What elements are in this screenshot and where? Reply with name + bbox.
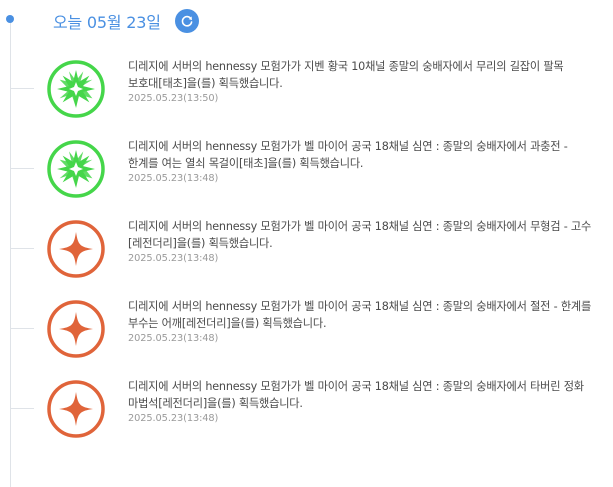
- item-message: 디레지에 서버의 hennessy 모험가가 벨 마이어 공국 18채널 심연 …: [128, 140, 568, 170]
- item-message: 디레지에 서버의 hennessy 모험가가 벨 마이어 공국 18채널 심연 …: [128, 220, 592, 250]
- item-timestamp: 2025.05.23(13:48): [128, 253, 219, 264]
- item-timestamp: 2025.05.23(13:48): [128, 173, 219, 184]
- date-label: 오늘 05월 23일: [53, 13, 161, 32]
- refresh-icon: [181, 15, 193, 27]
- date-header: 오늘 05월 23일: [53, 8, 199, 34]
- timeline-connector: [10, 88, 34, 89]
- timeline-connector: [10, 328, 34, 329]
- item-text: 디레지에 서버의 hennessy 모험가가 벨 마이어 공국 18채널 심연 …: [128, 138, 596, 184]
- list-item: 디레지에 서버의 hennessy 모험가가 벨 마이어 공국 18채널 심연 …: [0, 132, 613, 212]
- timeline-connector: [10, 408, 34, 409]
- orange-star-icon: [47, 220, 105, 278]
- refresh-button[interactable]: [174, 9, 199, 33]
- orange-star-icon: [47, 300, 105, 358]
- list-item: 디레지에 서버의 hennessy 모험가가 벨 마이어 공국 18채널 심연 …: [0, 372, 613, 452]
- green-burst-icon: [47, 60, 105, 118]
- list-item: 디레지에 서버의 hennessy 모험가가 벨 마이어 공국 18채널 심연 …: [0, 212, 613, 292]
- green-burst-icon: [47, 140, 105, 198]
- item-icon: [47, 380, 105, 438]
- item-timestamp: 2025.05.23(13:48): [128, 413, 219, 424]
- item-icon: [47, 300, 105, 358]
- timeline-connector: [10, 248, 34, 249]
- item-text: 디레지에 서버의 hennessy 모험가가 지벤 황국 10채널 종말의 숭배…: [128, 58, 596, 104]
- list-item: 디레지에 서버의 hennessy 모험가가 벨 마이어 공국 18채널 심연 …: [0, 292, 613, 372]
- item-text: 디레지에 서버의 hennessy 모험가가 벨 마이어 공국 18채널 심연 …: [128, 218, 596, 264]
- item-icon: [47, 140, 105, 198]
- timeline-dot: [6, 15, 14, 23]
- item-timestamp: 2025.05.23(13:48): [128, 333, 219, 344]
- item-message: 디레지에 서버의 hennessy 모험가가 벨 마이어 공국 18채널 심연 …: [128, 300, 592, 330]
- orange-star-icon: [47, 380, 105, 438]
- item-icon: [47, 60, 105, 118]
- timeline-connector: [10, 168, 34, 169]
- item-timestamp: 2025.05.23(13:50): [128, 93, 219, 104]
- list-item: 디레지에 서버의 hennessy 모험가가 지벤 황국 10채널 종말의 숭배…: [0, 52, 613, 132]
- item-icon: [47, 220, 105, 278]
- item-message: 디레지에 서버의 hennessy 모험가가 벨 마이어 공국 18채널 심연 …: [128, 380, 584, 410]
- item-text: 디레지에 서버의 hennessy 모험가가 벨 마이어 공국 18채널 심연 …: [128, 378, 596, 424]
- item-message: 디레지에 서버의 hennessy 모험가가 지벤 황국 10채널 종말의 숭배…: [128, 60, 564, 90]
- item-text: 디레지에 서버의 hennessy 모험가가 벨 마이어 공국 18채널 심연 …: [128, 298, 596, 344]
